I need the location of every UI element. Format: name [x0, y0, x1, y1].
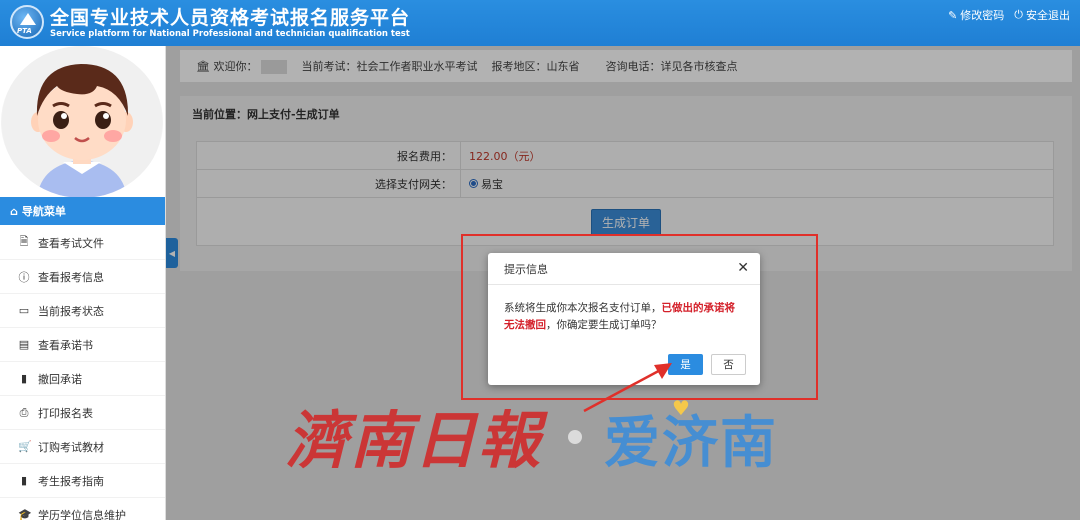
watermark: 濟南日報 爱济南 ♥ [286, 390, 806, 480]
nav-menu-title: 导航菜单 [21, 205, 66, 218]
sidebar-item-label: 考生报考指南 [38, 474, 104, 488]
graduation-cap-icon: 🎓 [18, 508, 32, 520]
cart-icon: 🛒 [18, 440, 32, 453]
monitor-icon: ▭ [18, 304, 30, 317]
dialog-message: 系统将生成你本次报名支付订单，已做出的承诺将无法撤回，你确定要生成订单吗？ [488, 285, 760, 334]
logout-link[interactable]: ⏻ 安全退出 [1014, 7, 1070, 23]
sidebar-item-order-materials[interactable]: 🛒 订购考试教材 [0, 430, 165, 464]
sidebar-item-label: 查看考试文件 [38, 236, 104, 250]
site-title: 全国专业技术人员资格考试报名服务平台 [50, 7, 411, 29]
watermark-ai-jinan: 爱济南 [604, 411, 778, 476]
logout-label: 安全退出 [1026, 9, 1070, 22]
book-icon: ▮ [20, 474, 28, 487]
sidebar-item-label: 查看报考信息 [38, 270, 104, 284]
dialog-header: 提示信息 ✕ [488, 253, 760, 285]
dialog-message-part2: ，你确定要生成订单吗？ [546, 319, 662, 331]
dialog-message-part1: 系统将生成你本次报名支付订单， [504, 302, 662, 314]
book-icon: ▮ [20, 372, 28, 385]
home-icon: ⌂ [10, 204, 18, 218]
no-button[interactable]: 否 [711, 354, 746, 375]
sidebar-item-label: 撤回承诺 [38, 372, 82, 386]
sidebar-item-registration-info[interactable]: ⓘ 查看报考信息 [0, 260, 165, 294]
printer-icon: ⎙ [19, 405, 29, 419]
user-avatar [1, 46, 163, 198]
close-icon[interactable]: ✕ [737, 261, 749, 275]
sidebar-item-label: 当前报考状态 [38, 304, 104, 318]
nav-menu-header: ⌂ 导航菜单 [0, 197, 165, 225]
heart-icon: ♥ [672, 396, 690, 420]
change-password-label: 修改密码 [960, 9, 1005, 22]
sidebar-item-guide[interactable]: ▮ 考生报考指南 [0, 464, 165, 498]
sidebar-item-label: 订购考试教材 [38, 440, 104, 454]
document-icon: 🗎 [19, 235, 29, 248]
header-links: ✎ 修改密码 ⏻ 安全退出 [948, 7, 1070, 23]
power-icon: ⏻ [1014, 8, 1023, 21]
dialog-title: 提示信息 [504, 262, 548, 276]
change-password-link[interactable]: ✎ 修改密码 [948, 7, 1004, 23]
logo-text: PTA [17, 27, 32, 35]
sidebar-item-exam-documents[interactable]: 🗎 查看考试文件 [0, 226, 165, 260]
sidebar-item-commitment[interactable]: ▤ 查看承诺书 [0, 328, 165, 362]
sidebar-item-label: 打印报名表 [38, 406, 93, 420]
nav-list: 🗎 查看考试文件 ⓘ 查看报考信息 ▭ 当前报考状态 ▤ 查看承诺书 ▮ 撤回承… [0, 226, 165, 520]
watermark-separator-dot [568, 430, 582, 444]
pta-logo: PTA [10, 5, 44, 39]
watermark-jinan-daily: 濟南日報 [286, 404, 543, 477]
edit-icon: ✎ [948, 8, 958, 22]
top-header: PTA 全国专业技术人员资格考试报名服务平台 Service platform … [0, 0, 1080, 46]
id-card-icon: ▤ [18, 338, 30, 351]
sidebar-item-withdraw-commitment[interactable]: ▮ 撤回承诺 [0, 362, 165, 396]
sidebar-item-label: 查看承诺书 [38, 338, 93, 352]
sidebar-item-label: 学历学位信息维护 [38, 508, 126, 520]
sidebar: ⌂ 导航菜单 🗎 查看考试文件 ⓘ 查看报考信息 ▭ 当前报考状态 ▤ 查看承诺… [0, 46, 166, 520]
sidebar-item-degree-info[interactable]: 🎓 学历学位信息维护 [0, 498, 165, 520]
sidebar-item-registration-status[interactable]: ▭ 当前报考状态 [0, 294, 165, 328]
sidebar-item-print-form[interactable]: ⎙ 打印报名表 [0, 396, 165, 430]
site-subtitle: Service platform for National Profession… [50, 29, 410, 39]
info-icon: ⓘ [18, 270, 30, 284]
